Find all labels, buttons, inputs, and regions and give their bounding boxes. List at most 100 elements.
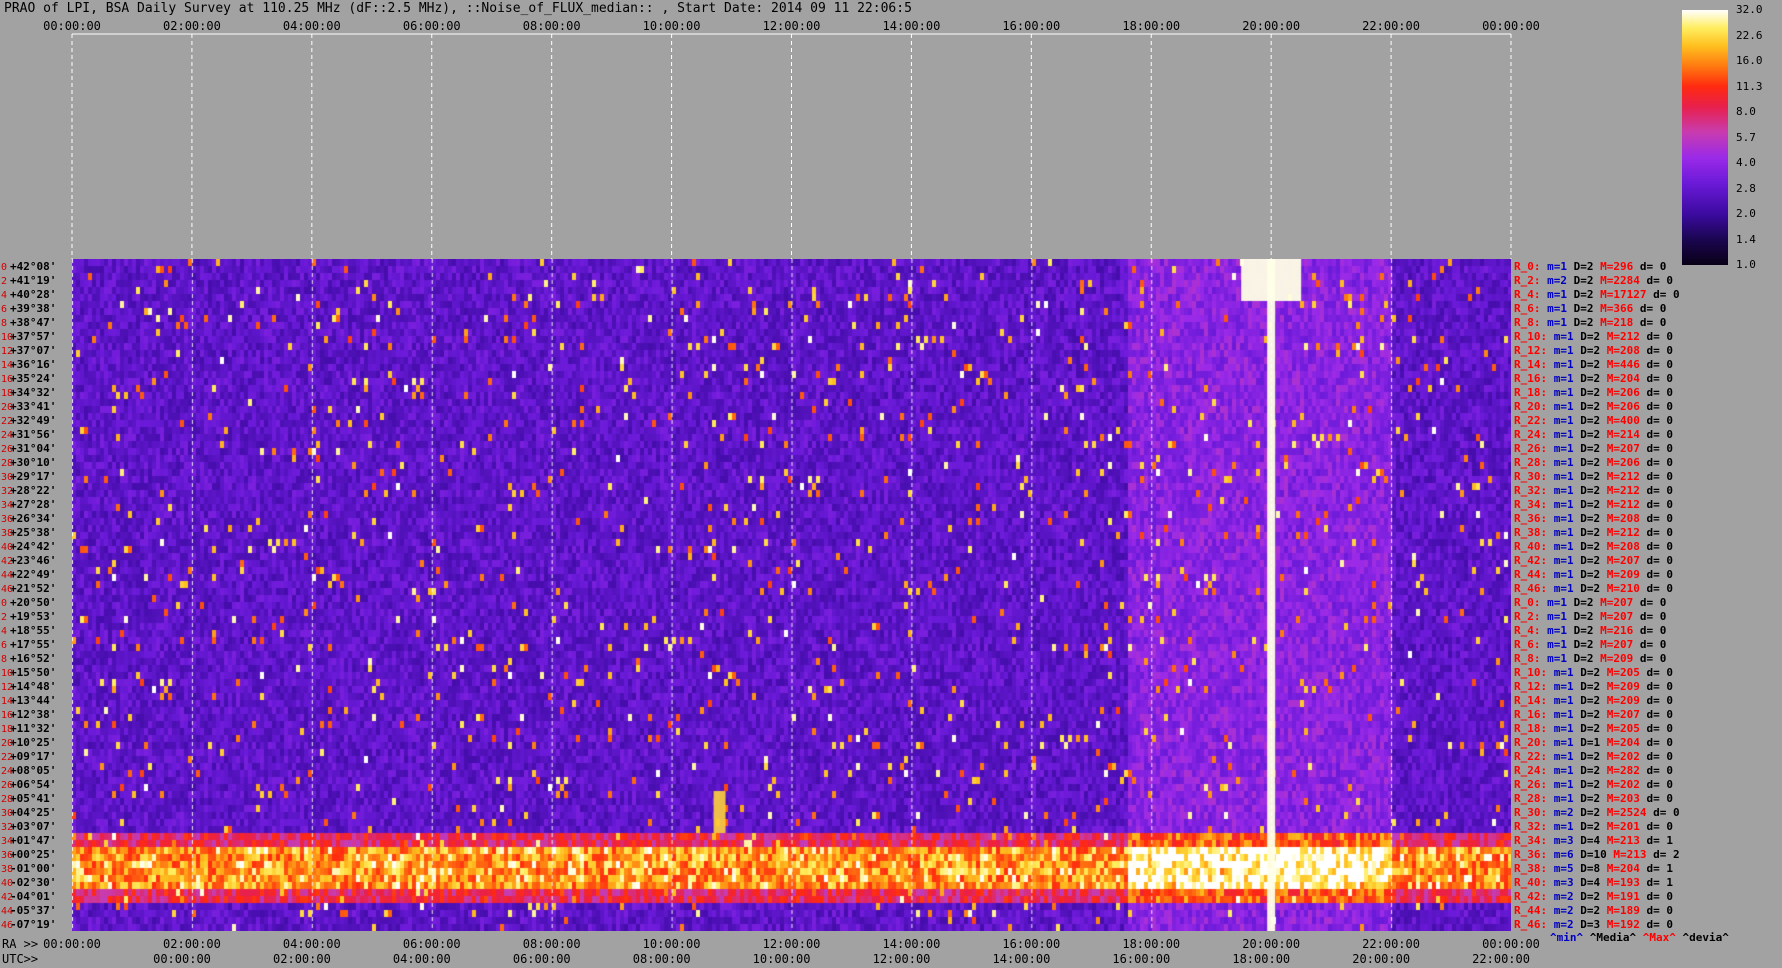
row-stat: R_26: m=1 D=2 M=207 d= 0 [1514, 442, 1673, 455]
colorbar-tick-label: 11.3 [1736, 79, 1763, 93]
row-index-label: 12 [1, 682, 13, 693]
bottom-axes: RA >> 00:00:00 02:00:00 04:00:00 06:00:00 08:… [2, 931, 1729, 966]
row-index-label: 18 [1, 388, 13, 399]
row-index-label: 4 [1, 290, 7, 301]
dec-label: +37°07' [10, 344, 56, 357]
utc-axis-label: UTC>> [2, 952, 38, 966]
row-index-label: 28 [1, 794, 13, 805]
colorbar-tick-label: 2.0 [1736, 207, 1756, 220]
utc-tick-label: 06:00:00 [513, 952, 571, 966]
dec-label: +12°38' [10, 708, 56, 721]
row-index-label: 30 [1, 472, 13, 483]
dec-label: -05°37' [10, 904, 56, 917]
row-index-label: 30 [1, 808, 13, 819]
top-tick-label: 06:00:00 [403, 19, 461, 33]
row-stat: R_8: m=1 D=2 M=218 d= 0 [1514, 316, 1666, 329]
dec-label: +01°47' [10, 834, 56, 847]
dec-label: +10°25' [10, 736, 56, 749]
dec-label: +06°54' [10, 778, 56, 791]
row-index-label: 40 [1, 878, 13, 889]
row-index-label: 16 [1, 374, 13, 385]
dec-label: +24°42' [10, 540, 56, 553]
ra-tick-label: 06:00:00 [403, 937, 461, 951]
row-index-label: 4 [1, 626, 7, 637]
row-stat: R_32: m=1 D=2 M=212 d= 0 [1514, 484, 1673, 497]
dec-label: +34°32' [10, 386, 56, 399]
dec-label: +28°22' [10, 484, 56, 497]
dec-label: +35°24' [10, 372, 56, 385]
colorbar-tick-label: 32.0 [1736, 3, 1763, 16]
row-index-label: 44 [1, 906, 13, 917]
top-tick-label: 04:00:00 [283, 19, 341, 33]
utc-tick-label: 04:00:00 [393, 952, 451, 966]
dec-label: +21°52' [10, 582, 56, 595]
ra-tick-label: 20:00:00 [1242, 937, 1300, 951]
row-stat: R_28: m=1 D=2 M=206 d= 0 [1514, 456, 1673, 469]
dec-label: +36°16' [10, 358, 56, 371]
row-stat: R_46: m=2 D=3 M=192 d= 0 [1514, 918, 1673, 931]
utc-tick-label: 02:00:00 [273, 952, 331, 966]
row-stat: R_16: m=1 D=2 M=204 d= 0 [1514, 372, 1673, 385]
utc-tick-label: 22:00:00 [1472, 952, 1530, 966]
row-index-label: 14 [1, 696, 13, 707]
row-stat: R_30: m=2 D=2 M=2524 d= 0 [1514, 806, 1680, 819]
utc-tick-label: 12:00:00 [873, 952, 931, 966]
row-stat: R_14: m=1 D=2 M=209 d= 0 [1514, 694, 1673, 707]
grid-lines [71, 33, 1512, 259]
row-stat: R_30: m=1 D=2 M=212 d= 0 [1514, 470, 1673, 483]
utc-tick-label: 20:00:00 [1352, 952, 1410, 966]
row-stat: R_24: m=1 D=2 M=282 d= 0 [1514, 764, 1673, 777]
dec-label: +03°07' [10, 820, 56, 833]
dec-label: +14°48' [10, 680, 56, 693]
utc-tick-label: 00:00:00 [153, 952, 211, 966]
row-index-label: 12 [1, 346, 13, 357]
row-index-label: 10 [1, 668, 13, 679]
row-stat: R_36: m=1 D=2 M=208 d= 0 [1514, 512, 1673, 525]
top-tick-label: 18:00:00 [1122, 19, 1180, 33]
row-stat: R_20: m=1 D=1 M=204 d= 0 [1514, 736, 1673, 749]
top-tick-label: 16:00:00 [1002, 19, 1060, 33]
colorbar-tick-label: 2.8 [1736, 181, 1756, 195]
row-index-label: 38 [1, 864, 13, 875]
utc-tick-label: 14:00:00 [993, 952, 1051, 966]
utc-tick-label: 16:00:00 [1112, 952, 1170, 966]
ra-tick-label: 18:00:00 [1122, 937, 1180, 951]
top-time-axis: 00:00:00 02:00:00 04:00:00 06:00:00 08:00:00… [43, 19, 1540, 33]
dec-label: +42°08' [10, 260, 56, 273]
top-tick-label: 08:00:00 [523, 19, 581, 33]
row-index-label: 16 [1, 710, 13, 721]
row-statistics: R_0: m=1 D=2 M=296 d= 0R_2: m=2 D=2 M=22… [1514, 260, 1680, 931]
row-index-label: 20 [1, 402, 13, 413]
row-index-label: 46 [1, 584, 13, 595]
row-stat: R_42: m=1 D=2 M=207 d= 0 [1514, 554, 1673, 567]
row-index-label: 46 [1, 920, 13, 931]
row-index-label: 22 [1, 416, 13, 427]
dec-label: +39°38' [10, 302, 56, 315]
row-stat: R_12: m=1 D=2 M=209 d= 0 [1514, 680, 1673, 693]
dec-label: +00°25' [10, 848, 56, 861]
dec-label: +37°57' [10, 330, 56, 343]
row-stat: R_18: m=1 D=2 M=205 d= 0 [1514, 722, 1673, 735]
dec-label: +05°41' [10, 792, 56, 805]
dec-label: +11°32' [10, 722, 56, 735]
row-index-label: 42 [1, 556, 13, 567]
ra-tick-label: 08:00:00 [523, 937, 581, 951]
row-index-label: 6 [1, 640, 7, 651]
row-index-label: 2 [1, 612, 7, 623]
chart-title: PRAO of LPI, BSA Daily Survey at 110.25 … [4, 1, 912, 16]
colorbar-tick-label: 1.0 [1736, 258, 1756, 271]
row-index-label: 26 [1, 444, 13, 455]
row-stat: R_38: m=1 D=2 M=212 d= 0 [1514, 526, 1673, 539]
row-stat: R_44: m=2 D=2 M=189 d= 0 [1514, 904, 1673, 917]
top-tick-label: 02:00:00 [163, 19, 221, 33]
row-stat: R_4: m=1 D=2 M=17127 d= 0 [1514, 288, 1680, 301]
ra-axis-label: RA >> [2, 937, 38, 951]
dec-label: +27°28' [10, 498, 56, 511]
row-stat: R_16: m=1 D=2 M=207 d= 0 [1514, 708, 1673, 721]
ra-tick-label: 10:00:00 [643, 937, 701, 951]
row-stat: R_40: m=1 D=2 M=208 d= 0 [1514, 540, 1673, 553]
row-index-label: 40 [1, 542, 13, 553]
row-index-label: 22 [1, 752, 13, 763]
colorbar-tick-label: 4.0 [1736, 156, 1756, 169]
ra-tick-label: 12:00:00 [763, 937, 821, 951]
